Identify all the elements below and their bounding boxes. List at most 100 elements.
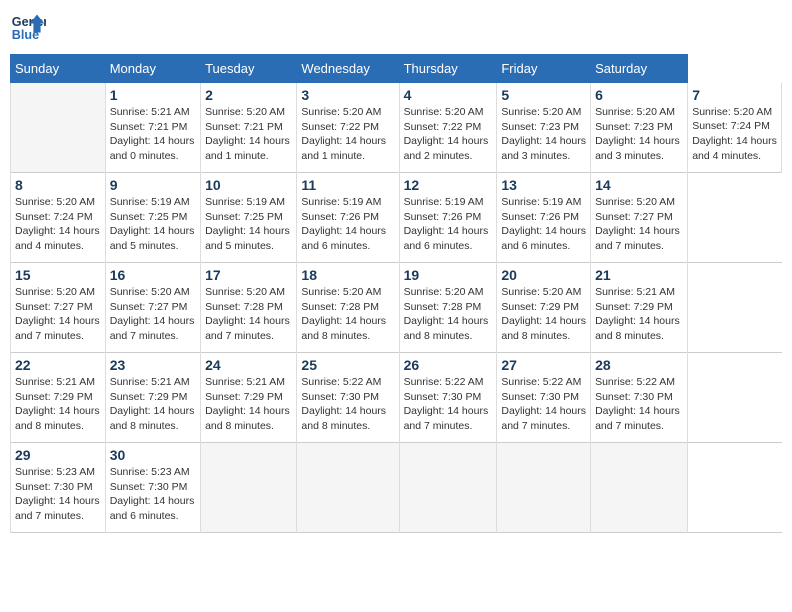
- calendar-cell: 22Sunrise: 5:21 AMSunset: 7:29 PMDayligh…: [11, 353, 106, 443]
- sunset-text: Sunset: 7:29 PM: [110, 391, 188, 403]
- day-number: 3: [301, 87, 394, 103]
- calendar-week-row: 15Sunrise: 5:20 AMSunset: 7:27 PMDayligh…: [11, 263, 782, 353]
- day-number: 25: [301, 357, 394, 373]
- day-number: 27: [501, 357, 586, 373]
- day-info: Sunrise: 5:20 AMSunset: 7:27 PMDaylight:…: [15, 285, 101, 344]
- sunrise-text: Sunrise: 5:19 AM: [501, 196, 581, 208]
- calendar-cell: 15 Sunrise: 5:20 AMSunset: 7:27 PMDayligh…: [11, 263, 106, 353]
- day-info: Sunrise: 5:20 AMSunset: 7:29 PMDaylight:…: [501, 285, 586, 344]
- day-info: Sunrise: 5:20 AMSunset: 7:28 PMDaylight:…: [404, 285, 493, 344]
- calendar-cell: [11, 83, 106, 173]
- sunset-text: Sunset: 7:22 PM: [404, 121, 482, 133]
- sunset-text: Sunset: 7:23 PM: [595, 121, 673, 133]
- sunset-text: Sunset: 7:27 PM: [15, 301, 93, 313]
- day-info: Sunrise: 5:23 AMSunset: 7:30 PMDaylight:…: [15, 465, 101, 524]
- calendar-cell: 3Sunrise: 5:20 AMSunset: 7:22 PMDaylight…: [297, 83, 399, 173]
- calendar-cell: 6Sunrise: 5:20 AMSunset: 7:23 PMDaylight…: [591, 83, 688, 173]
- calendar-cell: 29 Sunrise: 5:23 AMSunset: 7:30 PMDayligh…: [11, 443, 106, 533]
- sunrise-text: Sunrise: 5:20 AM: [301, 286, 381, 298]
- weekday-header-tuesday: Tuesday: [201, 55, 297, 83]
- day-info: Sunrise: 5:19 AMSunset: 7:26 PMDaylight:…: [301, 195, 394, 254]
- daylight-text: Daylight: 14 hours and 7 minutes.: [595, 225, 680, 252]
- sunrise-text: Sunrise: 5:20 AM: [15, 196, 95, 208]
- calendar-cell: 7Sunrise: 5:20 AMSunset: 7:24 PMDaylight…: [688, 83, 782, 173]
- calendar-cell: 8Sunrise: 5:20 AMSunset: 7:24 PMDaylight…: [11, 173, 106, 263]
- sunrise-text: Sunrise: 5:20 AM: [205, 106, 285, 118]
- day-number: 5: [501, 87, 586, 103]
- day-info: Sunrise: 5:20 AMSunset: 7:23 PMDaylight:…: [595, 105, 683, 164]
- daylight-text: Daylight: 14 hours and 3 minutes.: [501, 135, 586, 162]
- sunset-text: Sunset: 7:27 PM: [595, 211, 673, 223]
- day-info: Sunrise: 5:20 AMSunset: 7:24 PMDaylight:…: [692, 105, 777, 164]
- daylight-text: Daylight: 14 hours and 7 minutes.: [404, 405, 489, 432]
- day-number: 24: [205, 357, 292, 373]
- sunset-text: Sunset: 7:28 PM: [404, 301, 482, 313]
- day-number: 16: [110, 267, 196, 283]
- daylight-text: Daylight: 14 hours and 5 minutes.: [205, 225, 290, 252]
- sunset-text: Sunset: 7:25 PM: [205, 211, 283, 223]
- day-info: Sunrise: 5:21 AMSunset: 7:29 PMDaylight:…: [205, 375, 292, 434]
- daylight-text: Daylight: 14 hours and 8 minutes.: [301, 315, 386, 342]
- weekday-header-row: SundayMondayTuesdayWednesdayThursdayFrid…: [11, 55, 782, 83]
- sunset-text: Sunset: 7:21 PM: [205, 121, 283, 133]
- sunrise-text: Sunrise: 5:20 AM: [595, 196, 675, 208]
- sunset-text: Sunset: 7:28 PM: [301, 301, 379, 313]
- calendar-cell: 17Sunrise: 5:20 AMSunset: 7:28 PMDayligh…: [201, 263, 297, 353]
- day-number: 2: [205, 87, 292, 103]
- day-number: 29: [15, 447, 101, 463]
- daylight-text: Daylight: 14 hours and 6 minutes.: [110, 495, 195, 522]
- daylight-text: Daylight: 14 hours and 4 minutes.: [15, 225, 100, 252]
- day-number: 10: [205, 177, 292, 193]
- calendar-table: SundayMondayTuesdayWednesdayThursdayFrid…: [10, 54, 782, 533]
- weekday-header-wednesday: Wednesday: [297, 55, 399, 83]
- calendar-cell: 25 Sunrise: 5:22 AMSunset: 7:30 PMDayligh…: [297, 353, 399, 443]
- sunrise-text: Sunrise: 5:20 AM: [595, 106, 675, 118]
- calendar-cell: 10Sunrise: 5:19 AMSunset: 7:25 PMDayligh…: [201, 173, 297, 263]
- sunset-text: Sunset: 7:29 PM: [595, 301, 673, 313]
- day-info: Sunrise: 5:20 AMSunset: 7:27 PMDaylight:…: [110, 285, 196, 344]
- weekday-header-thursday: Thursday: [399, 55, 497, 83]
- daylight-text: Daylight: 14 hours and 4 minutes.: [692, 135, 777, 162]
- sunset-text: Sunset: 7:22 PM: [301, 121, 379, 133]
- calendar-cell: 24Sunrise: 5:21 AMSunset: 7:29 PMDayligh…: [201, 353, 297, 443]
- sunrise-text: Sunrise: 5:19 AM: [301, 196, 381, 208]
- daylight-text: Daylight: 14 hours and 7 minutes.: [110, 315, 195, 342]
- weekday-header-friday: Friday: [497, 55, 591, 83]
- day-info: Sunrise: 5:22 AMSunset: 7:30 PMDaylight:…: [595, 375, 683, 434]
- daylight-text: Daylight: 14 hours and 7 minutes.: [15, 495, 100, 522]
- day-info: Sunrise: 5:23 AMSunset: 7:30 PMDaylight:…: [110, 465, 196, 524]
- day-number: 15: [15, 267, 101, 283]
- daylight-text: Daylight: 14 hours and 8 minutes.: [501, 315, 586, 342]
- day-number: 28: [595, 357, 683, 373]
- sunrise-text: Sunrise: 5:22 AM: [595, 376, 675, 388]
- calendar-cell: 16 Sunrise: 5:20 AMSunset: 7:27 PMDayligh…: [105, 263, 200, 353]
- sunset-text: Sunset: 7:28 PM: [205, 301, 283, 313]
- logo-icon: General Blue: [10, 10, 46, 46]
- daylight-text: Daylight: 14 hours and 7 minutes.: [205, 315, 290, 342]
- sunset-text: Sunset: 7:29 PM: [15, 391, 93, 403]
- day-number: 14: [595, 177, 683, 193]
- day-info: Sunrise: 5:22 AMSunset: 7:30 PMDaylight:…: [301, 375, 394, 434]
- sunrise-text: Sunrise: 5:21 AM: [205, 376, 285, 388]
- day-info: Sunrise: 5:19 AMSunset: 7:25 PMDaylight:…: [110, 195, 196, 254]
- day-info: Sunrise: 5:19 AMSunset: 7:26 PMDaylight:…: [404, 195, 493, 254]
- sunset-text: Sunset: 7:29 PM: [205, 391, 283, 403]
- day-number: 19: [404, 267, 493, 283]
- sunset-text: Sunset: 7:30 PM: [595, 391, 673, 403]
- daylight-text: Daylight: 14 hours and 7 minutes.: [501, 405, 586, 432]
- day-info: Sunrise: 5:20 AMSunset: 7:21 PMDaylight:…: [205, 105, 292, 164]
- calendar-week-row: 1Sunrise: 5:21 AMSunset: 7:21 PMDaylight…: [11, 83, 782, 173]
- sunrise-text: Sunrise: 5:23 AM: [110, 466, 190, 478]
- sunset-text: Sunset: 7:24 PM: [15, 211, 93, 223]
- logo: General Blue: [10, 10, 46, 46]
- daylight-text: Daylight: 14 hours and 6 minutes.: [404, 225, 489, 252]
- sunrise-text: Sunrise: 5:20 AM: [301, 106, 381, 118]
- day-number: 20: [501, 267, 586, 283]
- calendar-cell: 11Sunrise: 5:19 AMSunset: 7:26 PMDayligh…: [297, 173, 399, 263]
- day-info: Sunrise: 5:20 AM Sunset: 7:28 PM Daylight:…: [301, 285, 394, 344]
- sunrise-text: Sunrise: 5:20 AM: [404, 106, 484, 118]
- sunset-text: Sunset: 7:30 PM: [404, 391, 482, 403]
- sunrise-text: Sunrise: 5:21 AM: [595, 286, 675, 298]
- calendar-cell: 19 Sunrise: 5:20 AMSunset: 7:28 PMDayligh…: [399, 263, 497, 353]
- header: General Blue: [10, 10, 782, 46]
